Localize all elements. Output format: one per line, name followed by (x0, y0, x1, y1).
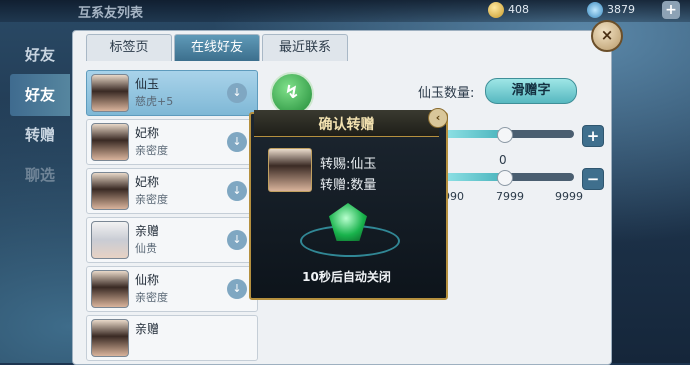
friend-sub: 仙贵 (135, 242, 157, 255)
tab-online-friends[interactable]: 在线好友 (174, 34, 260, 61)
friend-sub: 慈虎+5 (135, 95, 174, 108)
chevron-down-icon[interactable]: ↓ (227, 181, 247, 201)
sidebar-item-friends[interactable]: 好友 (10, 74, 70, 116)
chevron-down-icon[interactable]: ↓ (227, 230, 247, 250)
tick-label: 9999 (555, 190, 583, 203)
avatar (91, 172, 129, 210)
plus-button[interactable]: + (582, 125, 604, 147)
friend-list: 仙玉 慈虎+5 ↓ 妃称 亲密度 ↓ 妃称 亲密度 ↓ 亲赠 仙贵 ↓ 仙称 亲… (86, 70, 258, 363)
dialog-recipient: 转赐:仙玉 (320, 157, 377, 172)
close-icon[interactable]: × (591, 20, 623, 52)
friend-row[interactable]: 妃称 亲密度 ↓ (86, 168, 258, 214)
top-bar: 互系友列表 408 3879 + (0, 0, 690, 22)
dialog-close-icon[interactable]: ‹ (428, 108, 448, 128)
friend-name: 亲赠 (135, 322, 160, 336)
friend-name: 妃称 (135, 175, 160, 189)
avatar (91, 123, 129, 161)
tab-bar: 标签页 在线好友 最近联系 (86, 34, 350, 62)
avatar (91, 74, 129, 112)
sidebar: 好友 好友 转赠 聊选 (0, 26, 70, 363)
slider-handle[interactable] (497, 127, 513, 143)
friend-row[interactable]: 仙玉 慈虎+5 ↓ (86, 70, 258, 116)
amount-label: 仙玉数量: (418, 86, 475, 101)
auto-close-notice: 10秒后自动关闭 (302, 270, 391, 284)
add-currency-button[interactable]: + (662, 1, 680, 19)
chevron-down-icon[interactable]: ↓ (227, 279, 247, 299)
chevron-down-icon[interactable]: ↓ (227, 83, 247, 103)
slider-handle[interactable] (497, 170, 513, 186)
friend-sub: 亲密度 (135, 144, 168, 157)
friend-row[interactable]: 亲赠 (86, 315, 258, 361)
dialog-amount: 转赠:数量 (320, 178, 377, 193)
sidebar-item-friends-top[interactable]: 好友 (10, 34, 70, 76)
sidebar-item-gift[interactable]: 转赠 (10, 114, 70, 156)
sidebar-item-chat[interactable]: 聊选 (10, 154, 70, 196)
avatar (91, 319, 129, 357)
friend-name: 妃称 (135, 126, 160, 140)
currency-amount-1: 408 (508, 3, 529, 16)
amount-value: 0 (499, 153, 507, 167)
minus-button[interactable]: − (582, 168, 604, 190)
friend-name: 亲赠 (135, 224, 160, 238)
friend-name: 仙玉 (135, 77, 160, 91)
friend-sub: 亲密度 (135, 291, 168, 304)
chevron-down-icon[interactable]: ↓ (227, 132, 247, 152)
avatar (91, 221, 129, 259)
tab-recent[interactable]: 最近联系 (262, 34, 348, 61)
coin-icon (488, 2, 504, 18)
gem-currency-icon (587, 2, 603, 18)
friend-sub: 亲密度 (135, 193, 168, 206)
gift-amount-button[interactable]: 滑赠字 (485, 78, 577, 104)
currency-amount-2: 3879 (607, 3, 635, 16)
avatar (91, 270, 129, 308)
friend-row[interactable]: 亲赠 仙贵 ↓ (86, 217, 258, 263)
recipient-avatar (268, 148, 312, 192)
friend-row[interactable]: 妃称 亲密度 ↓ (86, 119, 258, 165)
friend-name: 仙称 (135, 273, 160, 287)
dialog-title: 确认转赠 (318, 117, 375, 133)
friend-row[interactable]: 仙称 亲密度 ↓ (86, 266, 258, 312)
tick-label: 7999 (496, 190, 524, 203)
tab-tags[interactable]: 标签页 (86, 34, 172, 61)
window-title: 互系友列表 (78, 6, 144, 21)
